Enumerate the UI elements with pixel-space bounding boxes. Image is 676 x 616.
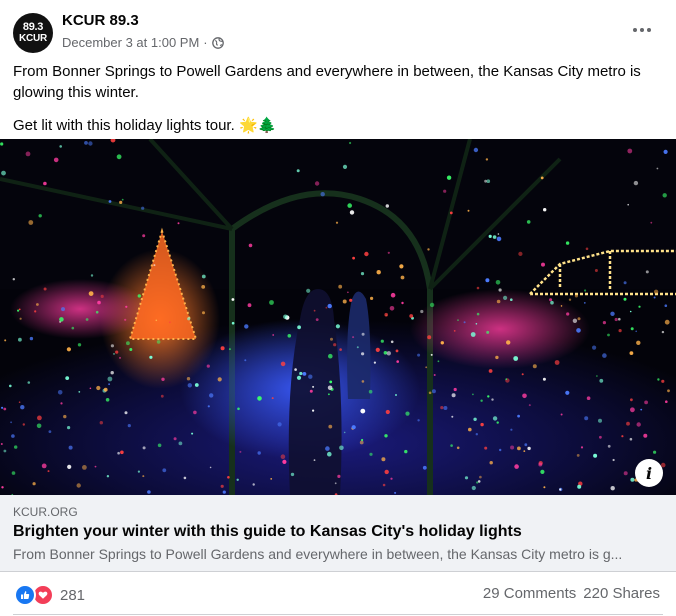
globe-icon[interactable]: [211, 36, 224, 49]
post-text-paragraph-2: Get lit with this holiday lights tour. 🌟…: [13, 117, 277, 134]
post-header: 89.3 KCUR KCUR 89.3 December 3 at 1:00 P…: [0, 0, 676, 58]
link-domain: KCUR.ORG: [13, 505, 78, 519]
post-text-paragraph-1: From Bonner Springs to Powell Gardens an…: [13, 63, 641, 101]
link-title[interactable]: Brighten your winter with this guide to …: [13, 523, 522, 541]
more-options-button[interactable]: [630, 18, 654, 42]
avatar-text-frequency: 89.3: [22, 21, 44, 33]
page-avatar[interactable]: 89.3 KCUR: [13, 13, 53, 53]
link-description: From Bonner Springs to Powell Gardens an…: [13, 546, 623, 562]
page-name-link[interactable]: KCUR 89.3: [62, 12, 139, 29]
comments-count-link[interactable]: 29 Comments: [483, 585, 576, 602]
avatar-text-callsign: KCUR: [18, 33, 48, 44]
more-horizontal-icon: [633, 28, 651, 32]
post-timestamp[interactable]: December 3 at 1:00 PM: [62, 35, 199, 50]
reactions-summary[interactable]: 281: [14, 584, 85, 606]
like-icon: [14, 584, 36, 606]
shares-count-link[interactable]: 220 Shares: [583, 585, 660, 602]
info-button[interactable]: i: [635, 459, 663, 487]
post-meta: December 3 at 1:00 PM ·: [62, 35, 224, 50]
info-icon: i: [645, 463, 653, 483]
reaction-count: 281: [60, 586, 86, 604]
link-preview[interactable]: KCUR.ORG Brighten your winter with this …: [0, 495, 676, 572]
footer-divider: [13, 614, 663, 615]
post-message: From Bonner Springs to Powell Gardens an…: [13, 61, 661, 136]
meta-separator: ·: [203, 35, 208, 50]
post-photo[interactable]: i: [0, 139, 676, 495]
engagement-counts: 29 Comments 220 Shares: [483, 585, 660, 602]
post-footer: 281 29 Comments 220 Shares: [0, 572, 676, 616]
facebook-post: 89.3 KCUR KCUR 89.3 December 3 at 1:00 P…: [0, 0, 676, 616]
holiday-lights-photo: [0, 139, 676, 495]
